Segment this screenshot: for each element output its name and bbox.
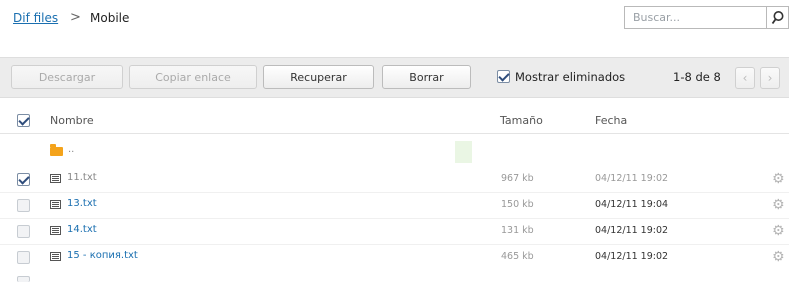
file-size: 150 kb	[501, 199, 534, 210]
file-date: 04/12/11 19:04	[595, 199, 669, 210]
gear-icon[interactable]: ⚙	[772, 172, 786, 186]
table-row[interactable]: 13.txt 150 kb 04/12/11 19:04 ⚙	[0, 193, 789, 219]
row-checkbox[interactable]	[17, 276, 30, 282]
search-button[interactable]	[766, 6, 789, 29]
table-row[interactable]: 15 - копия.txt 465 kb 04/12/11 19:02 ⚙	[0, 245, 789, 271]
file-size: 967 kb	[501, 173, 534, 184]
download-button[interactable]: Descargar	[11, 65, 123, 89]
file-name[interactable]: 11.txt	[67, 172, 97, 183]
show-deleted-checkbox[interactable]	[497, 70, 510, 83]
chevron-left-icon: ‹	[742, 71, 748, 85]
file-size: 131 kb	[501, 225, 534, 236]
text-file-icon	[50, 226, 61, 235]
row-checkbox[interactable]	[17, 199, 30, 212]
row-checkbox[interactable]	[17, 173, 30, 186]
table-row[interactable]: 14.txt 131 kb 04/12/11 19:02 ⚙	[0, 219, 789, 245]
file-date: 04/12/11 19:02	[595, 173, 669, 184]
column-header-date[interactable]: Fecha	[595, 114, 627, 127]
select-all-checkbox[interactable]	[17, 114, 30, 127]
parent-folder-label: ..	[68, 144, 75, 155]
table-row[interactable]: 11.txt 967 kb 04/12/11 19:02 ⚙	[0, 167, 789, 193]
file-name[interactable]: 15 - копия.txt	[67, 250, 138, 261]
header: Dif files > Mobile	[0, 0, 789, 44]
prev-page-button[interactable]: ‹	[735, 67, 755, 89]
search-icon	[771, 11, 784, 25]
show-deleted-label: Mostrar eliminados	[515, 70, 626, 84]
file-size: 465 kb	[501, 251, 534, 262]
row-checkbox[interactable]	[17, 225, 30, 238]
column-header-name[interactable]: Nombre	[50, 114, 94, 127]
breadcrumb-root-link[interactable]: Dif files	[13, 11, 58, 25]
text-file-icon	[50, 174, 61, 183]
file-name[interactable]: 13.txt	[67, 198, 97, 209]
row-checkbox[interactable]	[17, 251, 30, 264]
breadcrumb-separator: >	[70, 10, 81, 25]
pager-text: 1-8 de 8	[673, 70, 721, 84]
file-date: 04/12/11 19:02	[595, 225, 669, 236]
gear-icon[interactable]: ⚙	[772, 250, 786, 264]
parent-folder-row[interactable]: ..	[0, 141, 789, 167]
chevron-right-icon: ›	[767, 71, 773, 85]
next-page-button[interactable]: ›	[760, 67, 780, 89]
file-date: 04/12/11 19:02	[595, 251, 669, 262]
file-name[interactable]: 14.txt	[67, 224, 97, 235]
column-header-size[interactable]: Tamaño	[500, 114, 543, 127]
header-divider	[0, 133, 789, 134]
search-input[interactable]	[624, 6, 767, 29]
gear-icon[interactable]: ⚙	[772, 198, 786, 212]
folder-icon	[50, 144, 63, 156]
text-file-icon	[50, 252, 61, 261]
copy-link-button[interactable]: Copiar enlace	[129, 65, 257, 89]
delete-button[interactable]: Borrar	[382, 65, 471, 89]
gear-icon[interactable]: ⚙	[772, 224, 786, 238]
row-highlight	[455, 141, 472, 163]
toolbar: Descargar Copiar enlace Recuperar Borrar…	[0, 57, 789, 98]
recover-button[interactable]: Recuperar	[263, 65, 374, 89]
breadcrumb-current: Mobile	[90, 11, 130, 25]
text-file-icon	[50, 200, 61, 209]
